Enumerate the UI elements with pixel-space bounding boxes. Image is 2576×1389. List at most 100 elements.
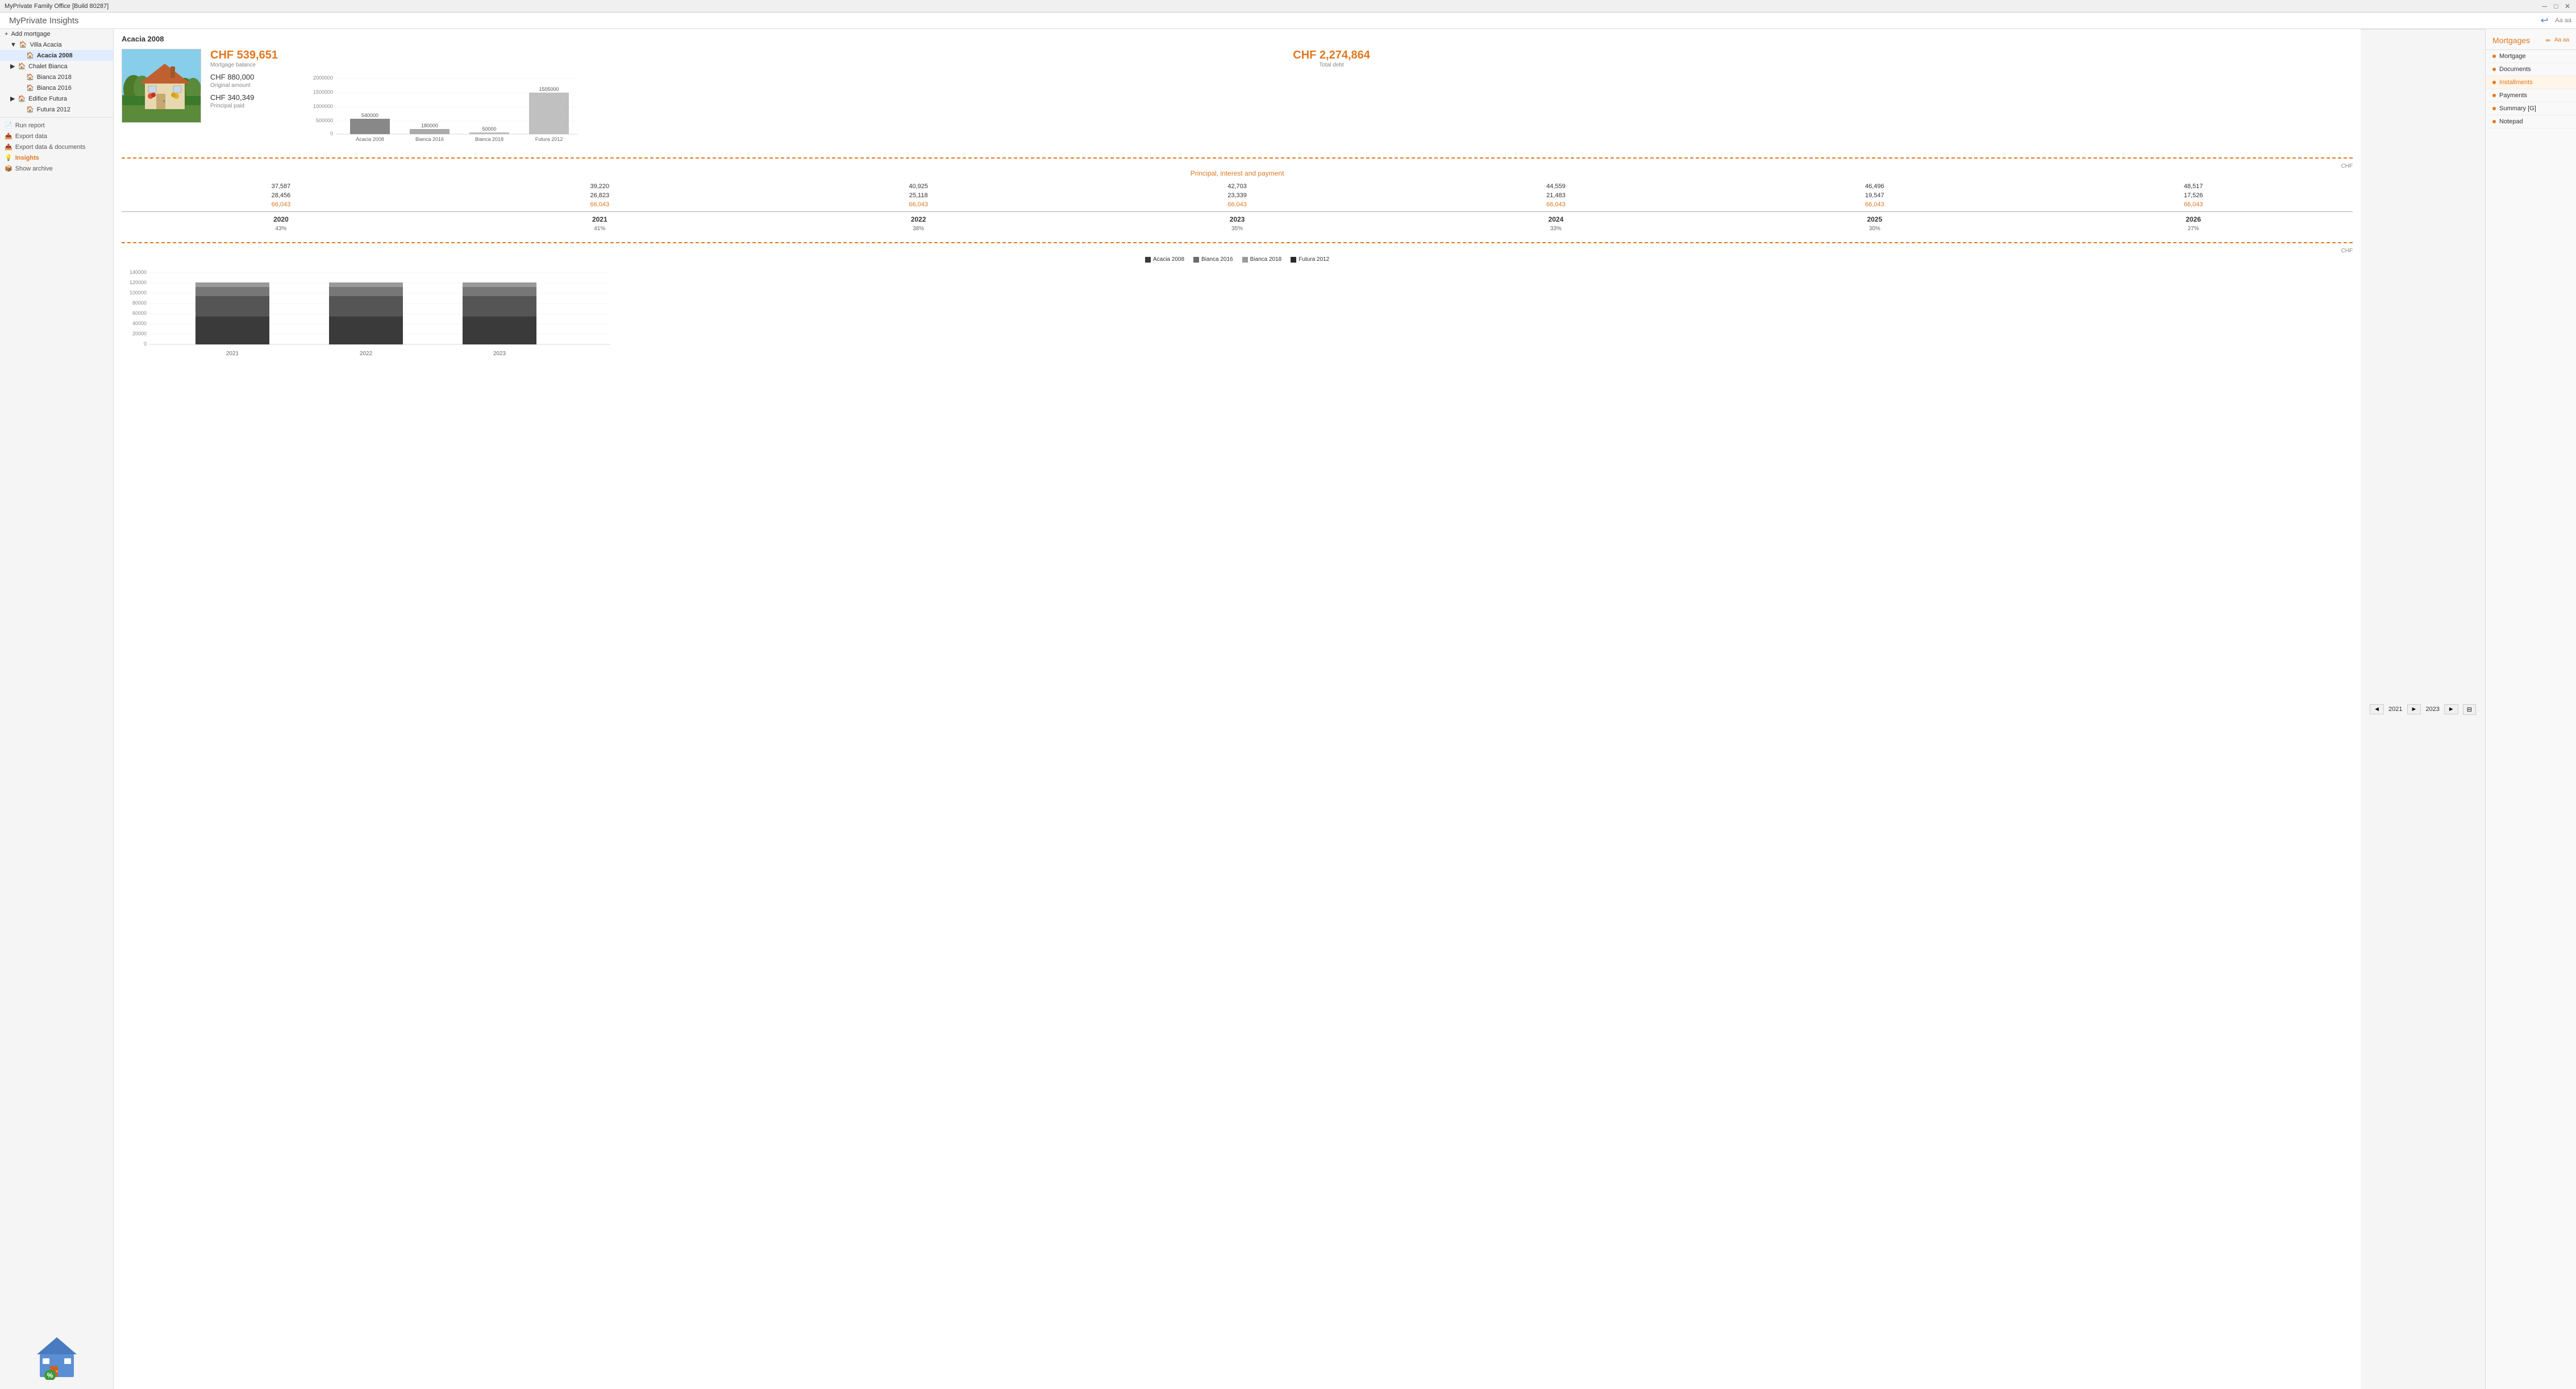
right-panel-documents[interactable]: Documents — [2486, 63, 2576, 76]
export-docs-btn[interactable]: 📤 Export data & documents — [0, 142, 113, 152]
pct-2024: 33% — [1397, 226, 1716, 232]
bullet-documents — [2492, 68, 2496, 71]
show-archive-label: Show archive — [15, 165, 53, 172]
interest-2021: 39,220 — [440, 183, 759, 190]
pi-section: CHF Principal, interest and payment 37,5… — [122, 157, 2353, 233]
total-debt-value: CHF 2,274,864 — [1293, 49, 1370, 62]
principal-2021: 26,823 — [440, 192, 759, 199]
mortgage-balance-label: Mortgage balance — [210, 62, 301, 68]
legend-label-bianca18: Bianca 2018 — [1250, 256, 1282, 263]
add-mortgage-btn[interactable]: + Add mortgage — [0, 29, 113, 39]
export-data-label: Export data — [15, 133, 47, 140]
svg-text:1500000: 1500000 — [313, 89, 333, 95]
total-debt-label: Total debt — [1319, 62, 1343, 68]
bullet-payments — [2492, 94, 2496, 97]
add-mortgage-label: Add mortgage — [11, 31, 50, 38]
maximize-button[interactable]: □ — [2552, 2, 2560, 10]
svg-text:2000000: 2000000 — [313, 75, 333, 81]
sidebar-item-villa-acacia[interactable]: ▼ 🏠 Villa Acacia — [0, 39, 113, 50]
property-image-svg — [122, 49, 201, 123]
acacia-2008-label: Acacia 2008 — [37, 52, 73, 59]
svg-text:60000: 60000 — [132, 310, 147, 316]
payment-2025: 66,043 — [1715, 201, 2034, 208]
pi-divider — [122, 211, 2353, 212]
prev-year-btn[interactable]: ◄ — [2370, 704, 2384, 714]
interest-2020: 37,587 — [122, 183, 440, 190]
documents-label: Documents — [2499, 66, 2531, 73]
year-2020: 2020 — [122, 215, 440, 223]
svg-text:120000: 120000 — [130, 280, 147, 285]
header: MyPrivate Insights ↩ Aa aa — [0, 13, 2576, 29]
payment-2026: 66,043 — [2034, 201, 2353, 208]
svg-text:40000: 40000 — [132, 321, 147, 326]
pct-2023: 35% — [1078, 226, 1397, 232]
interest-2023: 42,703 — [1078, 183, 1397, 190]
sidebar-item-acacia-2008[interactable]: 🏠 Acacia 2008 — [0, 50, 113, 61]
pct-2025: 30% — [1715, 226, 2034, 232]
right-panel-installments[interactable]: Installments — [2486, 76, 2576, 89]
principal-2020: 28,456 — [122, 192, 440, 199]
right-panel-mortgage[interactable]: Mortgage — [2486, 50, 2576, 63]
pct-2026: 27% — [2034, 226, 2353, 232]
legend-color-futura — [1291, 257, 1296, 263]
interest-2022: 40,925 — [759, 183, 1078, 190]
stacked-bars-svg: 140000 120000 100000 80000 60000 40000 2… — [122, 267, 616, 369]
sidebar-item-bianca-2016[interactable]: 🏠 Bianca 2016 — [0, 82, 113, 93]
svg-text:2023: 2023 — [493, 351, 506, 357]
archive-icon: 📦 — [5, 165, 13, 172]
svg-text:1000000: 1000000 — [313, 103, 333, 109]
sidebar-item-chalet-bianca[interactable]: ▶ 🏠 Chalet Bianca — [0, 61, 113, 72]
year-2025: 2025 — [1715, 215, 2034, 223]
payment-2024: 66,043 — [1397, 201, 1716, 208]
svg-text:0: 0 — [144, 341, 147, 347]
font-controls[interactable]: Aa aa — [2554, 37, 2569, 44]
futura-2012-label: Futura 2012 — [37, 106, 70, 113]
legend-label-futura: Futura 2012 — [1299, 256, 1329, 263]
font-controls[interactable]: Aa aa — [2555, 17, 2571, 24]
edit-icon[interactable]: ✏ — [2546, 37, 2551, 44]
folder-icon: 🏠 — [19, 41, 27, 48]
interest-2026: 48,517 — [2034, 183, 2353, 190]
back-icon[interactable]: ↩ — [2541, 15, 2548, 26]
run-report-btn[interactable]: 📄 Run report — [0, 120, 113, 131]
right-panel-summary[interactable]: Summary [G] — [2486, 102, 2576, 115]
year-2026: 2026 — [2034, 215, 2353, 223]
filter-btn[interactable]: ⊟ — [2463, 704, 2476, 715]
folder-icon-bianca: 🏠 — [18, 63, 26, 70]
pct-2020: 43% — [122, 226, 440, 232]
sidebar-item-edifice-futura[interactable]: ▶ 🏠 Edifice Futura — [0, 93, 113, 104]
bullet-notepad — [2492, 120, 2496, 123]
svg-text:540000: 540000 — [361, 113, 378, 118]
svg-text:500000: 500000 — [316, 118, 333, 123]
bullet-mortgage — [2492, 55, 2496, 58]
house-illustration: % — [34, 1334, 80, 1380]
show-archive-btn[interactable]: 📦 Show archive — [0, 163, 113, 174]
minimize-button[interactable]: ─ — [2541, 2, 2549, 10]
next-year-end-btn[interactable]: ► — [2444, 704, 2458, 714]
principal-2024: 21,483 — [1397, 192, 1716, 199]
close-button[interactable]: ✕ — [2563, 2, 2571, 10]
villa-acacia-label: Villa Acacia — [30, 41, 62, 48]
next-year-start-btn[interactable]: ► — [2407, 704, 2421, 714]
home-icon-bianca18: 🏠 — [26, 73, 34, 81]
year-row: 2020 2021 2022 2023 2024 2025 2026 — [122, 214, 2353, 224]
svg-text:180000: 180000 — [421, 123, 438, 128]
sidebar-item-futura-2012[interactable]: 🏠 Futura 2012 — [0, 104, 113, 115]
insights-btn[interactable]: 💡 Insights — [0, 152, 113, 163]
sidebar: + Add mortgage ▼ 🏠 Villa Acacia 🏠 Acacia… — [0, 29, 114, 1389]
svg-text:50000: 50000 — [482, 126, 496, 132]
property-top-section: CHF 539,651 Mortgage balance CHF 880,000… — [122, 49, 2353, 148]
sidebar-item-bianca-2018[interactable]: 🏠 Bianca 2018 — [0, 72, 113, 82]
mortgage-details: CHF 539,651 Mortgage balance CHF 880,000… — [210, 49, 301, 109]
right-panel-payments[interactable]: Payments — [2486, 89, 2576, 102]
svg-text:Acacia 2008: Acacia 2008 — [356, 136, 384, 142]
right-panel-notepad[interactable]: Notepad — [2486, 115, 2576, 128]
debt-chart-section: CHF 2,274,864 Total debt 2000000 1500000… — [310, 49, 2353, 148]
svg-text:2021: 2021 — [226, 351, 239, 357]
export-data-btn[interactable]: 📤 Export data — [0, 131, 113, 142]
bianca-2016-label: Bianca 2016 — [37, 85, 72, 92]
right-panel-header: Mortgages ✏ Aa aa — [2486, 34, 2576, 50]
chart2-currency: CHF — [122, 248, 2353, 254]
property-image — [122, 49, 201, 123]
insights-label: Insights — [15, 155, 39, 161]
